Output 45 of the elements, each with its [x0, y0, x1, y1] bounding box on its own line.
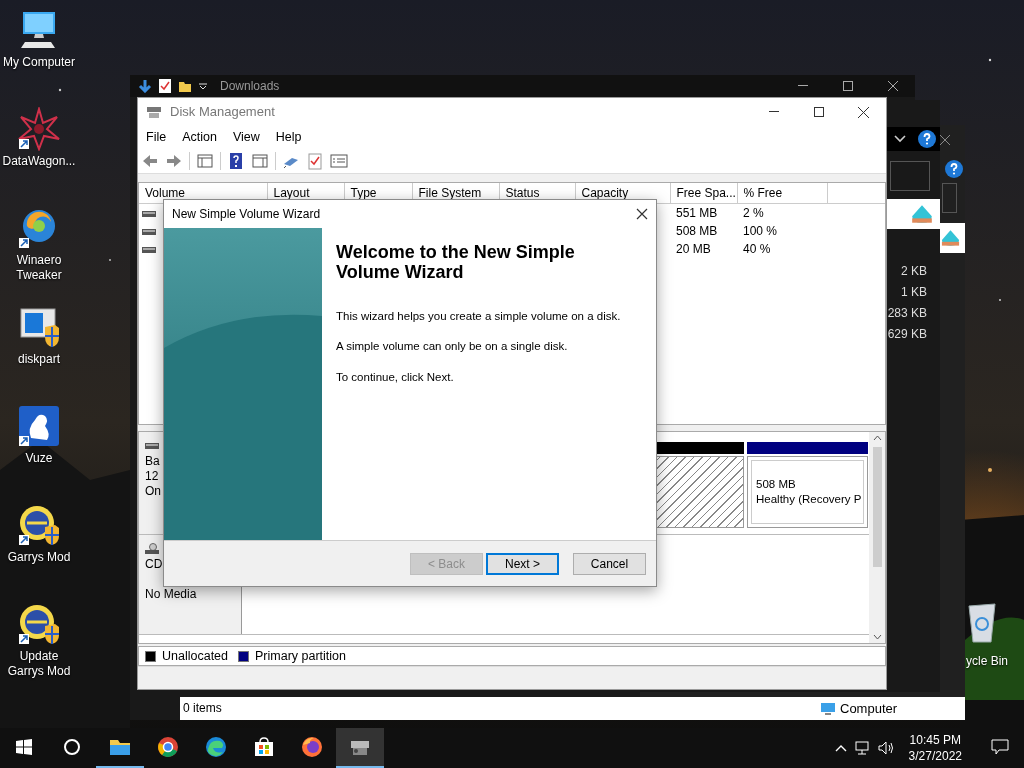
table-cell-text: 20 MB — [675, 241, 712, 258]
wizard-button[interactable]: Next > — [486, 552, 559, 575]
partition[interactable]: 508 MB Healthy (Recovery P — [747, 456, 868, 528]
disk-info: On — [145, 484, 162, 499]
table-cell: 551 MB — [670, 203, 737, 222]
table-cell: 2 % — [737, 203, 827, 222]
icon-label[interactable]: Update Garrys Mod — [0, 649, 78, 679]
icon-label[interactable]: Vuze — [25, 451, 53, 466]
table-cell-text: 508 MB — [675, 223, 719, 240]
icon-label[interactable]: DataWagon... — [2, 154, 76, 169]
column-header[interactable]: % Free — [737, 183, 827, 204]
wizard-button[interactable]: Cancel — [573, 552, 646, 575]
dialog-heading: Welcome to the New Simple Volume Wizard — [336, 242, 576, 282]
paragraph: A simple volume can only be on a single disk. — [336, 339, 569, 355]
legend-label: Primary partition — [255, 647, 346, 665]
icon-label[interactable]: diskpart — [18, 352, 60, 367]
file-size: 1 KB — [901, 285, 927, 299]
menu-item[interactable]: File — [138, 127, 175, 147]
disk-info: No Media — [145, 587, 198, 602]
icon-label[interactable]: My Computer — [3, 55, 75, 70]
menu-item[interactable]: View — [224, 127, 268, 147]
table-cell-text: 100 % — [742, 223, 779, 240]
menu-item[interactable]: Help — [267, 127, 310, 147]
icon-label[interactable]: Garrys Mod — [7, 550, 71, 565]
file-size: 629 KB — [887, 327, 927, 341]
disk-info: 12 — [145, 469, 160, 484]
window-title: Downloads — [220, 78, 280, 95]
partition-status: Healthy (Recovery P — [756, 492, 863, 507]
clock[interactable]: 10:45 PM 3/27/2022 — [900, 732, 970, 764]
dialog-title: New Simple Volume Wizard — [172, 206, 321, 223]
file-size: 283 KB — [887, 306, 927, 320]
disk-info: CD — [145, 557, 164, 572]
legend-label: Unallocated — [162, 647, 228, 665]
file-size: 2 KB — [901, 264, 927, 278]
disk-info: Ba — [145, 454, 161, 469]
location-label: Computer — [840, 699, 898, 718]
column-header[interactable]: Free Spa... — [670, 183, 737, 204]
menu-item[interactable]: Action — [174, 127, 225, 147]
paragraph: To continue, click Next. — [336, 369, 455, 385]
icon-label[interactable]: Winaero Tweaker — [0, 253, 78, 283]
paragraph: This wizard helps you create a simple volume on a disk. — [336, 309, 621, 324]
window-title: Disk Management — [170, 103, 275, 122]
partition-size: 508 MB — [756, 477, 797, 492]
icon-label[interactable]: ycle Bin — [966, 652, 1009, 670]
table-cell-text: 40 % — [742, 241, 772, 258]
